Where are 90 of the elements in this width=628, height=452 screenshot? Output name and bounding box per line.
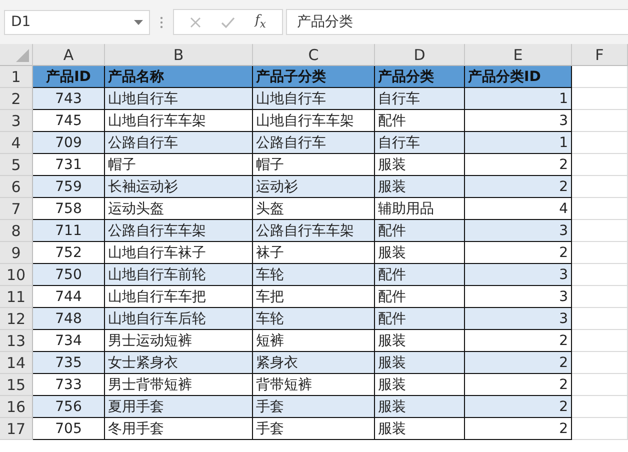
dropdown-caret-icon[interactable]	[134, 20, 143, 24]
header-cell: 产品名称	[105, 66, 253, 88]
table-cell: 748	[33, 308, 105, 330]
row-header[interactable]: 4	[0, 132, 33, 154]
table-cell: 山地自行车	[253, 88, 375, 110]
column-header[interactable]: F	[572, 44, 628, 66]
drag-handle-icon[interactable]	[160, 16, 163, 28]
row-header[interactable]: 1	[0, 66, 33, 88]
table-cell: 公路自行车	[253, 132, 375, 154]
table-cell: 750	[33, 264, 105, 286]
row-header[interactable]: 3	[0, 110, 33, 132]
column-header[interactable]: A	[33, 44, 105, 66]
table-cell: 长袖运动衫	[105, 176, 253, 198]
row-header[interactable]: 9	[0, 242, 33, 264]
table-cell: 705	[33, 418, 105, 440]
table-cell: 手套	[253, 418, 375, 440]
table-cell: 711	[33, 220, 105, 242]
table-cell: 756	[33, 396, 105, 418]
table-cell: 自行车	[375, 132, 465, 154]
table-cell: 车轮	[253, 308, 375, 330]
row-header[interactable]: 12	[0, 308, 33, 330]
header-cell: 产品分类ID	[465, 66, 572, 88]
table-cell: 1	[465, 132, 572, 154]
empty-cell	[572, 330, 628, 352]
table-cell: 车轮	[253, 264, 375, 286]
table-cell: 3	[465, 264, 572, 286]
table-cell: 1	[465, 88, 572, 110]
column-header[interactable]: E	[465, 44, 572, 66]
row-header[interactable]: 13	[0, 330, 33, 352]
empty-cell	[572, 154, 628, 176]
name-box[interactable]: D1	[4, 10, 150, 34]
empty-cell	[572, 418, 628, 440]
table-cell: 山地自行车	[105, 88, 253, 110]
cell-reference: D1	[11, 14, 31, 30]
row-header[interactable]: 11	[0, 286, 33, 308]
formula-field[interactable]: 产品分类	[286, 9, 628, 35]
table-cell: 服装	[375, 396, 465, 418]
table-cell: 配件	[375, 308, 465, 330]
table-cell: 2	[465, 396, 572, 418]
table-cell: 山地自行车后轮	[105, 308, 253, 330]
table-cell: 759	[33, 176, 105, 198]
insert-function-button[interactable]: f$_{x}$	[255, 13, 266, 31]
select-all-icon[interactable]	[16, 49, 29, 62]
table-cell: 山地自行车前轮	[105, 264, 253, 286]
column-header[interactable]: D	[375, 44, 465, 66]
row-header[interactable]: 8	[0, 220, 33, 242]
table-cell: 服装	[375, 418, 465, 440]
table-cell: 女士紧身衣	[105, 352, 253, 374]
empty-cell	[572, 242, 628, 264]
table-cell: 709	[33, 132, 105, 154]
table-cell: 743	[33, 88, 105, 110]
empty-cell	[572, 374, 628, 396]
column-header[interactable]: C	[253, 44, 375, 66]
header-cell: 产品ID	[33, 66, 105, 88]
table-cell: 2	[465, 352, 572, 374]
check-icon[interactable]	[221, 16, 236, 28]
row-header[interactable]: 16	[0, 396, 33, 418]
empty-cell	[572, 110, 628, 132]
row-header[interactable]: 15	[0, 374, 33, 396]
table-cell: 夏用手套	[105, 396, 253, 418]
row-header[interactable]: 10	[0, 264, 33, 286]
table-cell: 服装	[375, 176, 465, 198]
table-cell: 公路自行车车架	[105, 220, 253, 242]
header-cell: 产品子分类	[253, 66, 375, 88]
row-header[interactable]: 2	[0, 88, 33, 110]
empty-cell	[572, 286, 628, 308]
column-header[interactable]: B	[105, 44, 253, 66]
table-cell: 配件	[375, 264, 465, 286]
table-cell: 2	[465, 418, 572, 440]
table-cell: 自行车	[375, 88, 465, 110]
row-header[interactable]: 17	[0, 418, 33, 440]
table-cell: 运动衫	[253, 176, 375, 198]
table-cell: 手套	[253, 396, 375, 418]
table-cell: 冬用手套	[105, 418, 253, 440]
cancel-icon[interactable]	[190, 16, 201, 28]
table-cell: 紧身衣	[253, 352, 375, 374]
table-cell: 服装	[375, 352, 465, 374]
header-cell: 产品分类	[375, 66, 465, 88]
table-cell: 配件	[375, 220, 465, 242]
row-header[interactable]: 14	[0, 352, 33, 374]
row-header[interactable]: 5	[0, 154, 33, 176]
table-cell: 3	[465, 308, 572, 330]
row-header[interactable]: 6	[0, 176, 33, 198]
table-cell: 公路自行车车架	[253, 220, 375, 242]
table-cell: 3	[465, 220, 572, 242]
table-cell: 735	[33, 352, 105, 374]
table-cell: 2	[465, 176, 572, 198]
table-cell: 公路自行车	[105, 132, 253, 154]
empty-cell	[572, 198, 628, 220]
row-header[interactable]: 7	[0, 198, 33, 220]
